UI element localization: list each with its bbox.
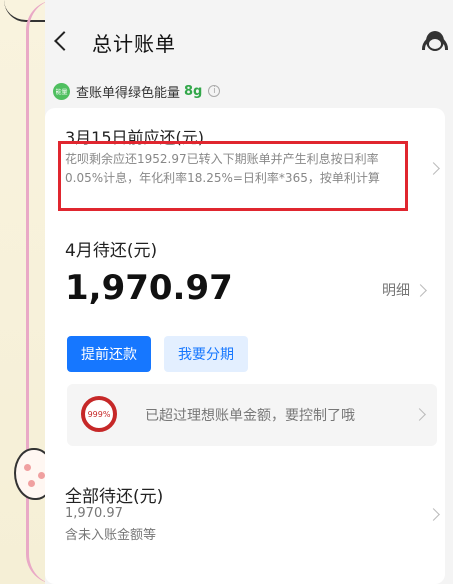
installment-button[interactable]: 我要分期 [164,336,248,372]
back-arrow-icon[interactable] [54,31,74,51]
highlight-annotation [58,141,408,211]
page-title: 总计账单 [92,32,176,56]
alert-text: 已超过理想账单金额，要控制了哦 [145,408,355,424]
spending-alert[interactable]: 999% 已超过理想账单金额，要控制了哦 [67,384,437,446]
due-chevron-icon[interactable] [427,162,440,175]
app-screen: 总计账单 能量 查账单得绿色能量 8g i 3月15日前应还(元) 花呗剩余应还… [45,0,453,584]
detail-label: 明细 [382,283,410,299]
total-value: 1,970.97 [65,506,123,521]
info-icon[interactable]: i [208,85,221,97]
energy-value: 8g [184,83,203,99]
total-note: 含未入账金额等 [65,528,157,543]
april-label: 4月待还(元) [65,241,158,261]
alert-chevron-icon [413,408,426,421]
prepay-button[interactable]: 提前还款 [67,336,151,372]
detail-chevron-icon [414,283,427,297]
bill-card: 3月15日前应还(元) 花呗剩余应还1952.97已转入下期账单并产生利息按日利… [45,108,445,584]
total-label: 全部待还(元) [65,487,164,507]
total-chevron-icon[interactable] [427,508,440,521]
energy-banner[interactable]: 能量 查账单得绿色能量 8g i [53,80,433,102]
customer-service-icon[interactable] [421,28,449,58]
energy-badge-icon: 能量 [53,82,70,100]
energy-text: 查账单得绿色能量 [76,85,181,101]
detail-link[interactable]: 明细 [382,280,427,300]
progress-ring-icon: 999% [81,396,117,432]
april-amount: 1,970.97 [65,268,233,308]
nav-bar: 总计账单 [45,14,453,74]
